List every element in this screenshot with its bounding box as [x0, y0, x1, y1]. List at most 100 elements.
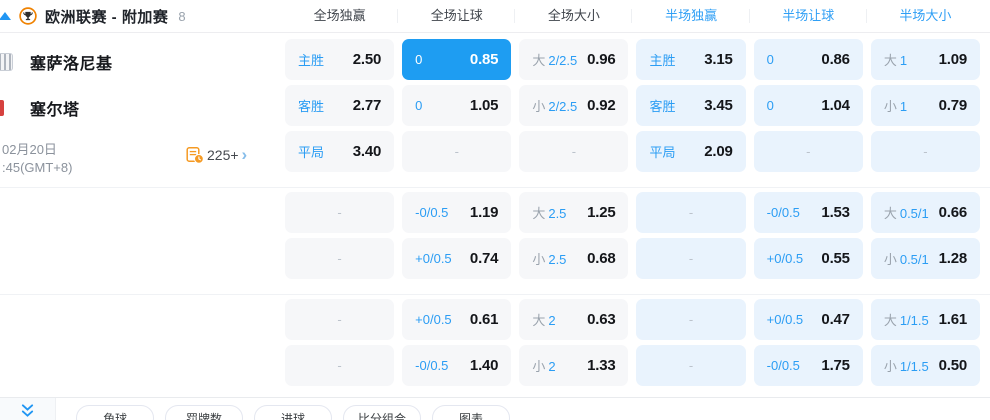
odds-cell-empty: - [870, 131, 980, 172]
odds-cell-value: 0.50 [938, 357, 968, 374]
odds-cell-label: 小2 [532, 359, 556, 374]
odds-cell[interactable]: 0 0.86 [753, 39, 863, 80]
league-title: 欧洲联赛 - 附加赛 [45, 8, 169, 26]
odds-cell-value: 3.40 [352, 143, 382, 160]
odds-cell-value: 1.25 [587, 204, 616, 221]
column-header-3[interactable]: 半场独赢 [631, 8, 745, 24]
odds-cell[interactable]: 大 1/1.5 1.61 [870, 299, 980, 340]
dash-placeholder: - [806, 144, 811, 159]
odds-cell-label: -0/0.5 [415, 358, 449, 373]
odds-cell[interactable]: 0 1.05 [402, 85, 512, 126]
odds-cell[interactable]: +0/0.5 0.61 [402, 299, 512, 340]
odds-cell[interactable]: +0/0.5 0.74 [402, 238, 512, 279]
over-under-prefix: 大 [532, 206, 546, 221]
odds-cell-empty: - [285, 238, 395, 279]
odds-cell-label: 0 [415, 98, 423, 113]
odds-cell[interactable]: 大 0.5/1 0.66 [870, 192, 980, 233]
odds-cell[interactable]: 0 1.04 [753, 85, 863, 126]
odds-cell[interactable]: 平局 3.40 [285, 131, 395, 172]
odds-cell[interactable]: 大 2/2.5 0.96 [519, 39, 629, 80]
column-header-2[interactable]: 全场大小 [514, 8, 628, 24]
odds-cell-label: 平局 [649, 145, 676, 160]
dash-placeholder: - [923, 144, 928, 159]
europa-league-icon [19, 7, 37, 25]
odds-cell[interactable]: 小 1/1.5 0.50 [870, 345, 980, 386]
odds-cell[interactable]: -0/0.5 1.75 [753, 345, 863, 386]
odds-cell[interactable]: 大 2 0.63 [519, 299, 629, 340]
market-chip-2[interactable]: 进球 [254, 405, 332, 420]
odds-cell-label: +0/0.5 [415, 312, 452, 327]
dash-placeholder: - [688, 251, 694, 266]
dash-placeholder: - [337, 358, 342, 373]
odds-cell[interactable]: -0/0.5 1.19 [402, 192, 512, 233]
odds-group-0: 主胜 2.50 0 0.85 大 2/2.5 0.96 主胜 3.15 0 0.86 大 1 1.09 客胜… [285, 39, 980, 172]
odds-cell-value: 2.77 [352, 97, 382, 114]
odds-cell-empty: - [636, 238, 746, 279]
odds-cell-label: +0/0.5 [766, 312, 804, 327]
group-divider [0, 187, 990, 188]
collapse-panel-button[interactable] [0, 398, 56, 420]
odds-cell-label: 0 [766, 98, 774, 113]
market-chip-0[interactable]: 角球 [76, 405, 154, 420]
odds-cell-empty: - [285, 192, 395, 233]
odds-cell-value: 1.05 [469, 97, 499, 114]
footer-bar: 角球 罚牌数 进球 比分组合 图表 [0, 397, 990, 420]
group-divider [0, 294, 990, 295]
over-under-prefix: 小 [883, 252, 897, 267]
odds-cell[interactable]: -0/0.5 1.53 [753, 192, 863, 233]
column-header-1[interactable]: 全场让球 [397, 8, 511, 24]
dash-placeholder: - [688, 205, 694, 220]
market-chip-1[interactable]: 罚牌数 [165, 405, 243, 420]
chevron-right-icon: › [241, 145, 248, 164]
odds-cell[interactable]: 主胜 2.50 [285, 39, 395, 80]
odds-cell[interactable]: 小 1 0.79 [870, 85, 980, 126]
odds-cell-label: -0/0.5 [415, 205, 449, 220]
more-markets-link[interactable]: 225+ › [186, 146, 247, 164]
odds-cell-value: 0.66 [938, 204, 968, 221]
odds-group-1: - -0/0.5 1.19 大 2.5 1.25 - -0/0.5 1.53 大 0.5/1 0.66… [285, 192, 980, 279]
market-chip-3[interactable]: 比分组合 [343, 405, 422, 420]
over-under-prefix: 大 [883, 206, 897, 221]
odds-cell-label: -0/0.5 [766, 205, 800, 220]
odds-cell[interactable]: 主胜 3.15 [636, 39, 746, 80]
odds-cell-label: 小 2.5 [532, 252, 567, 267]
home-team-crest-icon [0, 53, 13, 71]
over-under-prefix: 大 [532, 53, 546, 68]
odds-cell-value: 0.63 [587, 311, 616, 328]
odds-cell-empty: - [636, 192, 746, 233]
odds-cell[interactable]: 平局 2.09 [636, 131, 746, 172]
column-header-5[interactable]: 半场大小 [865, 8, 980, 24]
odds-cell-label: 小1 [883, 99, 908, 114]
odds-cell-label: 大2 [532, 313, 556, 328]
odds-cell-value: 1.75 [821, 357, 850, 374]
double-chevron-down-icon [21, 404, 34, 417]
odds-cell-empty: - [636, 299, 746, 340]
odds-cell-value: 1.33 [587, 357, 616, 374]
odds-cell[interactable]: 0 0.85 [402, 39, 512, 80]
odds-cell[interactable]: +0/0.5 0.55 [753, 238, 863, 279]
odds-cell[interactable]: +0/0.5 0.47 [753, 299, 863, 340]
odds-cell-value: 0.79 [938, 97, 968, 114]
league-header-left: 欧洲联赛 - 附加赛 8 [0, 6, 285, 27]
over-under-prefix: 大 [883, 53, 897, 68]
dash-placeholder: - [688, 358, 694, 373]
away-team-row: 塞尔塔 [0, 85, 285, 131]
odds-cell[interactable]: 客胜 3.45 [636, 85, 746, 126]
odds-cell[interactable]: -0/0.5 1.40 [402, 345, 512, 386]
odds-cell[interactable]: 小 0.5/1 1.28 [870, 238, 980, 279]
collapse-triangle-icon[interactable] [0, 12, 11, 20]
odds-cell-value: 0.74 [469, 250, 499, 267]
column-header-4[interactable]: 半场让球 [748, 8, 863, 24]
odds-cell-label: 小 2/2.5 [532, 99, 578, 114]
odds-cell[interactable]: 大 1 1.09 [870, 39, 980, 80]
odds-cell[interactable]: 小 2 1.33 [519, 345, 629, 386]
odds-cell[interactable]: 大 2.5 1.25 [519, 192, 629, 233]
odds-cell-value: 0.55 [821, 250, 850, 267]
odds-cell[interactable]: 小 2/2.5 0.92 [519, 85, 629, 126]
column-header-0[interactable]: 全场独赢 [285, 8, 394, 24]
odds-cell[interactable]: 客胜 2.77 [285, 85, 395, 126]
market-chip-4[interactable]: 图表 [432, 405, 511, 420]
odds-cell[interactable]: 小 2.5 0.68 [519, 238, 629, 279]
odds-cell-empty: - [285, 299, 395, 340]
odds-cell-value: 0.68 [587, 250, 616, 267]
